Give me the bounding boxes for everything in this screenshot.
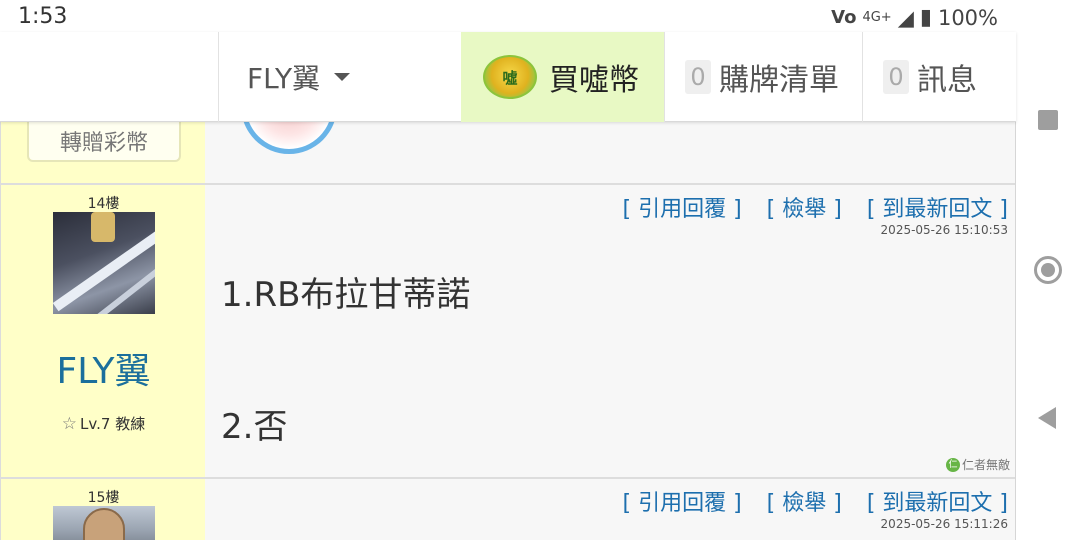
sticker-image bbox=[241, 122, 337, 154]
messages-button[interactable]: 0 訊息 bbox=[862, 32, 1016, 122]
post-actions: [ 引用回覆 ] [ 檢舉 ] [ 到最新回文 ] bbox=[622, 197, 1008, 222]
home-icon[interactable] bbox=[1034, 256, 1062, 284]
post-user-panel: 轉贈彩幣 bbox=[0, 122, 205, 183]
avatar[interactable] bbox=[53, 212, 155, 314]
status-bar: 1:53 Vo 4G+ ◢ ▮ 100% bbox=[0, 0, 1080, 32]
post-body: [ 引用回覆 ] [ 檢舉 ] [ 到最新回文 ] 2025-05-26 15:… bbox=[205, 185, 1015, 477]
avatar-art bbox=[83, 508, 125, 540]
post-actions: [ 引用回覆 ] [ 檢舉 ] [ 到最新回文 ] bbox=[622, 491, 1008, 516]
thread-content[interactable]: 轉贈彩幣 14樓 FLY翼 ☆ Lv.7 教練 [引用回覆] [檢舉] … bbox=[0, 122, 1016, 540]
avatar[interactable] bbox=[53, 506, 155, 540]
purchase-list-label: 購牌清單 bbox=[719, 63, 839, 98]
status-icons: Vo 4G+ ◢ ▮ 100% bbox=[831, 5, 998, 30]
purchase-list-button[interactable]: 0 購牌清單 bbox=[664, 32, 862, 122]
gift-coins-button[interactable]: 轉贈彩幣 bbox=[27, 122, 181, 162]
coin-icon-text: 噓 bbox=[502, 68, 518, 87]
signal-icon: ◢ bbox=[897, 5, 914, 30]
quote-reply-link[interactable]: 引用回覆 bbox=[638, 491, 726, 516]
messages-count: 0 bbox=[883, 60, 909, 94]
post-floor-15: 15樓 [ 引用回覆 ] [ 檢舉 ] [ 到最新回文 ] 2025-05-26… bbox=[0, 479, 1015, 540]
signature-badge-icon: 仁 bbox=[945, 457, 960, 472]
chevron-down-icon bbox=[334, 73, 351, 81]
recent-apps-icon[interactable] bbox=[1038, 110, 1058, 130]
user-level-text: Lv.7 教練 bbox=[80, 415, 146, 433]
report-link[interactable]: 檢舉 bbox=[782, 491, 826, 516]
top-nav: FLY翼 噓 買噓幣 0 購牌清單 0 訊息 bbox=[0, 32, 1016, 122]
post-user-panel: 15樓 bbox=[0, 479, 205, 540]
post-text-line: 2.否 bbox=[221, 407, 288, 447]
messages-label: 訊息 bbox=[917, 63, 977, 98]
battery-icon: ▮ bbox=[919, 5, 932, 30]
post-username[interactable]: FLY翼 bbox=[1, 342, 206, 394]
android-nav-bar bbox=[1016, 0, 1080, 540]
latest-reply-link[interactable]: 到最新回文 bbox=[882, 491, 992, 516]
buy-coins-button[interactable]: 噓 買噓幣 bbox=[461, 32, 664, 122]
post-text-line: 1.RB布拉甘蒂諾 bbox=[221, 275, 471, 315]
report-link[interactable]: 檢舉 bbox=[782, 197, 826, 222]
signature-text: 仁者無敵 bbox=[961, 458, 1010, 472]
post-signature[interactable]: 仁 仁者無敵 bbox=[945, 456, 1010, 473]
quote-reply-link[interactable]: 引用回覆 bbox=[638, 197, 726, 222]
floor-number: 15樓 bbox=[87, 490, 120, 506]
network-type: 4G+ bbox=[862, 10, 892, 25]
app-screen: 1:53 Vo 4G+ ◢ ▮ 100% FLY翼 噓 買噓幣 0 購牌清單 0… bbox=[0, 0, 1080, 540]
latest-reply-link[interactable]: 到最新回文 bbox=[882, 197, 992, 222]
buy-coins-label: 買噓幣 bbox=[549, 63, 639, 98]
user-menu-label: FLY翼 bbox=[247, 62, 321, 95]
post-floor-14: 14樓 FLY翼 ☆ Lv.7 教練 [ 引用回覆 ] [ 檢舉 ] [ 到最新回… bbox=[0, 185, 1015, 479]
post-body: [ 引用回覆 ] [ 檢舉 ] [ 到最新回文 ] 2025-05-26 15:… bbox=[205, 479, 1015, 540]
user-level: ☆ Lv.7 教練 bbox=[1, 413, 206, 434]
post-previous: 轉贈彩幣 bbox=[0, 122, 1015, 185]
user-menu-button[interactable]: FLY翼 bbox=[218, 32, 461, 122]
star-icon: ☆ bbox=[61, 414, 78, 434]
coin-icon: 噓 bbox=[483, 55, 537, 99]
post-timestamp: 2025-05-26 15:11:26 bbox=[880, 517, 1008, 531]
back-icon[interactable] bbox=[1038, 407, 1056, 429]
post-user-panel: 14樓 FLY翼 ☆ Lv.7 教練 bbox=[0, 185, 205, 477]
post-body bbox=[205, 122, 1015, 183]
purchase-list-count: 0 bbox=[685, 60, 711, 94]
battery-level: 100% bbox=[937, 5, 998, 30]
floor-number: 14樓 bbox=[87, 196, 120, 212]
volte-icon: Vo bbox=[831, 7, 857, 28]
status-time: 1:53 bbox=[18, 4, 68, 29]
avatar-art bbox=[91, 212, 115, 242]
post-timestamp: 2025-05-26 15:10:53 bbox=[880, 223, 1008, 237]
